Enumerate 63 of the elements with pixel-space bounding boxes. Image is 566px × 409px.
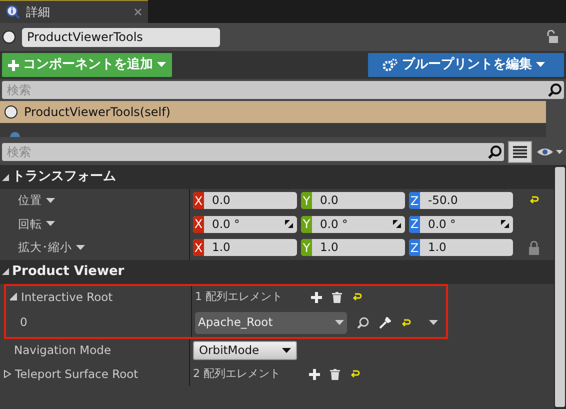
number-field[interactable]: Z 0.0 ° bbox=[409, 216, 513, 233]
actor-name-field[interactable]: ProductViewerTools bbox=[22, 28, 220, 46]
caret-icon bbox=[282, 348, 291, 354]
trash-icon[interactable] bbox=[330, 368, 340, 380]
property-label: 0 bbox=[20, 314, 28, 332]
unlock-icon[interactable] bbox=[546, 30, 558, 44]
expanded-arrow-icon bbox=[2, 174, 9, 180]
search-icon bbox=[488, 145, 502, 159]
reset-arrow-icon[interactable] bbox=[529, 196, 539, 206]
details-tab[interactable]: 詳細 bbox=[0, 0, 148, 23]
lock-icon[interactable] bbox=[529, 240, 539, 255]
caret-icon bbox=[335, 320, 344, 326]
dropdown-caret-icon[interactable] bbox=[429, 320, 438, 326]
caret-icon bbox=[157, 62, 166, 68]
component-row[interactable]: ProductViewerTools(self) bbox=[0, 101, 546, 123]
plus-icon bbox=[8, 60, 19, 70]
property-label: 拡大･縮小 bbox=[17, 239, 72, 256]
number-field[interactable]: Y 0.0 ° bbox=[301, 216, 405, 233]
property-label: Navigation Mode bbox=[14, 342, 112, 360]
dropdown-caret-icon[interactable] bbox=[76, 244, 85, 251]
close-icon[interactable] bbox=[134, 8, 142, 16]
tab-title: 詳細 bbox=[26, 4, 50, 21]
asset-dropdown[interactable]: Apache_Root bbox=[195, 312, 347, 334]
scrollbar[interactable] bbox=[554, 165, 566, 409]
array-count: 1 配列エレメント bbox=[195, 289, 284, 305]
number-field[interactable]: Z 1.0 bbox=[409, 239, 513, 256]
number-field[interactable]: X 0.0 bbox=[193, 192, 297, 210]
gears-icon bbox=[382, 58, 398, 72]
expanded-arrow-icon[interactable] bbox=[10, 293, 17, 302]
number-field[interactable]: X 1.0 bbox=[193, 239, 297, 256]
number-field[interactable]: Y 0.0 bbox=[301, 192, 405, 210]
sphere-icon bbox=[4, 105, 18, 119]
trash-icon[interactable] bbox=[332, 292, 342, 303]
caret-icon bbox=[536, 62, 545, 68]
search-icon[interactable] bbox=[357, 317, 369, 329]
property-label: 位置 bbox=[17, 192, 42, 210]
dropdown-caret-icon[interactable] bbox=[46, 198, 55, 204]
property-label: Teleport Surface Root bbox=[15, 366, 138, 383]
enum-dropdown[interactable]: OrbitMode bbox=[193, 341, 297, 360]
dropdown-caret-icon[interactable] bbox=[46, 221, 55, 228]
scene-root-icon bbox=[10, 131, 20, 137]
reset-arrow-icon[interactable] bbox=[350, 370, 360, 379]
search-icon bbox=[548, 83, 562, 97]
reset-arrow-icon[interactable] bbox=[401, 318, 411, 328]
grid-list-icon bbox=[513, 146, 527, 158]
edit-blueprint-button[interactable]: ブループリントを編集 bbox=[368, 53, 564, 77]
number-field[interactable]: X 0.0 ° bbox=[193, 216, 297, 233]
property-label: 回転 bbox=[17, 216, 42, 233]
array-count: 2 配列エレメント bbox=[193, 366, 282, 382]
section-header[interactable]: Product Viewer bbox=[0, 260, 554, 284]
sphere-icon bbox=[2, 30, 16, 44]
info-magnifier-icon bbox=[6, 5, 20, 19]
number-field[interactable]: Y 1.0 bbox=[301, 239, 405, 256]
expanded-arrow-icon bbox=[2, 268, 9, 275]
property-label: Interactive Root bbox=[21, 288, 113, 306]
section-header[interactable]: トランスフォーム bbox=[0, 165, 554, 189]
eyedropper-icon[interactable] bbox=[379, 317, 391, 329]
collapsed-arrow-icon[interactable] bbox=[4, 370, 11, 378]
number-field[interactable]: Z -50.0 bbox=[409, 192, 513, 210]
add-icon[interactable] bbox=[311, 292, 322, 303]
reset-arrow-icon[interactable] bbox=[352, 292, 362, 302]
view-options-button[interactable] bbox=[508, 141, 532, 163]
add-icon[interactable] bbox=[309, 368, 320, 380]
